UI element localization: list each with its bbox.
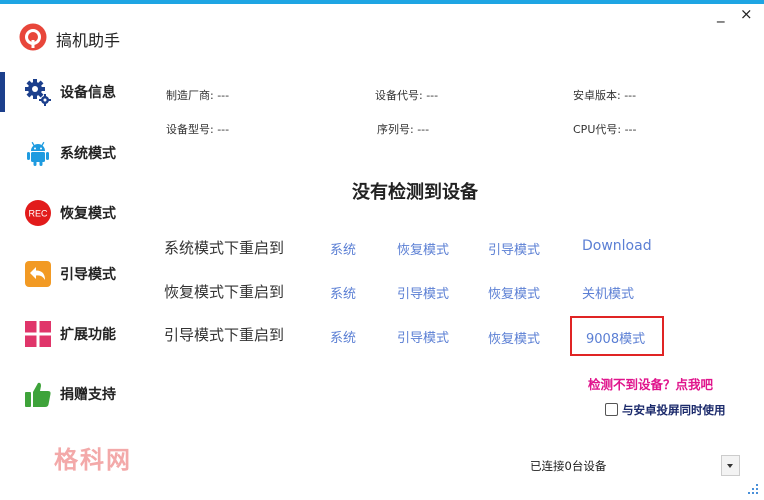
screen-cast-checkbox[interactable] — [605, 403, 618, 416]
sidebar-item-label: 设备信息 — [60, 85, 116, 101]
app-title: 搞机助手 — [56, 31, 121, 50]
android-icon — [27, 141, 49, 166]
resize-grip-icon[interactable] — [744, 482, 760, 496]
bootloader-reboot-to-system-link[interactable]: 系统 — [330, 327, 356, 346]
manufacturer-info: 制造厂商: --- — [166, 89, 230, 102]
sidebar-item-label: 系统模式 — [60, 146, 116, 162]
sidebar-item-extensions[interactable]: 扩展功能 — [0, 308, 150, 360]
thumbs-up-icon — [25, 382, 51, 407]
device-dropdown-button[interactable] — [721, 455, 740, 476]
system-reboot-to-bootloader-link[interactable]: 引导模式 — [488, 239, 540, 258]
sidebar-item-label: 扩展功能 — [60, 327, 116, 343]
rec-icon: REC — [25, 200, 51, 226]
sidebar-item-system-mode[interactable]: 系统模式 — [0, 127, 150, 179]
system-reboot-to-download-link[interactable]: Download — [582, 238, 652, 254]
bootloader-reboot-to-bootloader-link[interactable]: 引导模式 — [397, 327, 449, 346]
model-info: 设备型号: --- — [166, 123, 230, 136]
watermark: 格科网 — [54, 446, 132, 474]
sidebar-item-bootloader-mode[interactable]: 引导模式 — [0, 248, 150, 300]
android-version-info: 安卓版本: --- — [573, 89, 637, 102]
active-indicator — [0, 72, 5, 112]
sidebar-item-donate[interactable]: 捐赠支持 — [0, 368, 150, 420]
app-logo-icon — [19, 23, 47, 51]
grid-icon — [25, 321, 51, 347]
system-reboot-to-recovery-link[interactable]: 恢复模式 — [397, 239, 449, 258]
sidebar-item-label: 捐赠支持 — [60, 387, 116, 403]
recovery-reboot-to-bootloader-link[interactable]: 引导模式 — [397, 283, 449, 302]
reboot-row-label-recovery: 恢复模式下重启到 — [164, 283, 285, 301]
device-code-info: 设备代号: --- — [375, 89, 439, 102]
window-top-accent-bar — [0, 0, 764, 4]
recovery-reboot-to-recovery-link[interactable]: 恢复模式 — [488, 283, 540, 302]
reboot-row-label-bootloader: 引导模式下重启到 — [164, 326, 285, 344]
close-button[interactable]: × — [740, 6, 753, 22]
chevron-down-icon — [727, 464, 733, 468]
sidebar-item-label: 引导模式 — [60, 267, 116, 283]
reboot-row-label-system: 系统模式下重启到 — [164, 239, 285, 257]
gear-icon — [25, 79, 51, 106]
recovery-reboot-to-system-link[interactable]: 系统 — [330, 283, 356, 302]
bootloader-reboot-to-recovery-link[interactable]: 恢复模式 — [488, 328, 540, 347]
recovery-shutdown-link[interactable]: 关机模式 — [582, 283, 634, 302]
back-arrow-icon — [25, 261, 51, 287]
sidebar-item-recovery-mode[interactable]: REC 恢复模式 — [0, 187, 150, 239]
connected-devices-status: 已连接0台设备 — [530, 459, 607, 473]
rec-icon-text: REC — [28, 209, 48, 219]
serial-info: 序列号: --- — [377, 123, 430, 136]
bootloader-reboot-to-9008-link[interactable]: 9008模式 — [586, 328, 645, 347]
no-device-headline: 没有检测到设备 — [352, 182, 478, 203]
cpu-info: CPU代号: --- — [573, 123, 637, 136]
system-reboot-to-system-link[interactable]: 系统 — [330, 239, 356, 258]
screen-cast-label: 与安卓投屏同时使用 — [622, 403, 726, 417]
sidebar-item-device-info[interactable]: 设备信息 — [0, 66, 150, 118]
minimize-button[interactable]: _ — [717, 6, 725, 22]
sidebar-item-label: 恢复模式 — [60, 206, 116, 222]
device-not-detected-help-link[interactable]: 检测不到设备？点我吧 — [588, 374, 713, 393]
